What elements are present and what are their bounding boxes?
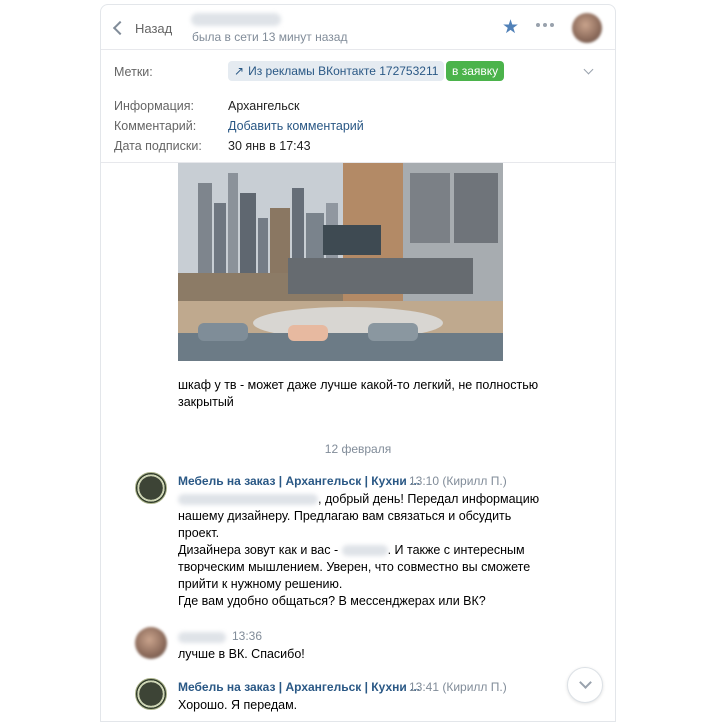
back-label: Назад [135, 20, 173, 36]
tag-chip-text: Из рекламы ВКонтакте 172753211 [248, 64, 439, 78]
subscription-label: Дата подписки: [114, 139, 202, 153]
chat-header: Назад была в сети 13 минут назад ★ [101, 5, 615, 50]
subscription-date: 30 янв в 17:43 [228, 139, 311, 153]
message-line: прийти к нужному решению. [178, 577, 343, 591]
back-button[interactable]: Назад [111, 19, 172, 37]
message-time: 13:10 (Кирилл П.) [409, 474, 507, 488]
message-line: проект. [178, 526, 220, 540]
info-value: Архангельск [228, 99, 300, 113]
chevron-left-icon [112, 20, 128, 36]
labels-title: Метки: [114, 65, 153, 79]
message-line: нашему дизайнеру. Предлагаю вам связатьс… [178, 509, 512, 523]
user-status: была в сети 13 минут назад [192, 30, 348, 44]
info-label: Информация: [114, 99, 195, 113]
photo-attachment[interactable] [178, 163, 503, 361]
star-icon[interactable]: ★ [502, 18, 519, 37]
user-name-redacted[interactable] [191, 13, 281, 26]
add-comment-link[interactable]: Добавить комментарий [228, 119, 364, 133]
message-line: Хорошо. Я передам. [178, 698, 298, 712]
message-line: , добрый день! Передал информацию [178, 491, 539, 508]
sender-avatar[interactable] [135, 627, 167, 659]
message-line: лучше в ВК. Спасибо! [178, 647, 305, 661]
message-sender[interactable]: Мебель на заказ | Архангельск | Кухни ..… [178, 680, 420, 694]
photo-caption-line-1: шкаф у тв - может даже лучше какой-то ле… [178, 378, 539, 392]
tag-chip[interactable]: ↗ Из рекламы ВКонтакте 172753211 [228, 61, 445, 81]
redacted-name [178, 494, 318, 506]
header-avatar[interactable] [572, 13, 602, 43]
more-icon[interactable] [534, 18, 556, 32]
message-sender[interactable]: Мебель на заказ | Архангельск | Кухни ..… [178, 474, 420, 488]
to-request-button[interactable]: в заявку [446, 61, 505, 81]
user-info-block: Метки: ↗ Из рекламы ВКонтакте 172753211 … [101, 51, 615, 163]
message-line: творческим мышлением. Уверен, что совмес… [178, 560, 531, 574]
date-separator: 12 февраля [324, 442, 392, 456]
interior-image [178, 163, 503, 361]
sender-avatar[interactable] [135, 678, 167, 710]
message-time: 13:41 (Кирилл П.) [409, 680, 507, 694]
chat-panel: Назад была в сети 13 минут назад ★ Метки… [100, 4, 616, 722]
scroll-down-button[interactable] [567, 667, 603, 703]
external-link-icon: ↗ [234, 64, 245, 78]
message-time: 13:36 [232, 629, 263, 643]
message-line: Дизайнера зовут как и вас - . И также с … [178, 543, 525, 557]
redacted-sender-name[interactable] [178, 632, 226, 643]
comment-label: Комментарий: [114, 119, 197, 133]
chevron-down-icon[interactable] [583, 64, 594, 75]
redacted-name [341, 545, 388, 557]
message-line: Где вам удобно общаться? В мессенджерах … [178, 594, 486, 608]
sender-avatar[interactable] [135, 472, 167, 504]
photo-caption-line-2: закрытый [178, 395, 234, 409]
chevron-down-icon [579, 676, 592, 689]
